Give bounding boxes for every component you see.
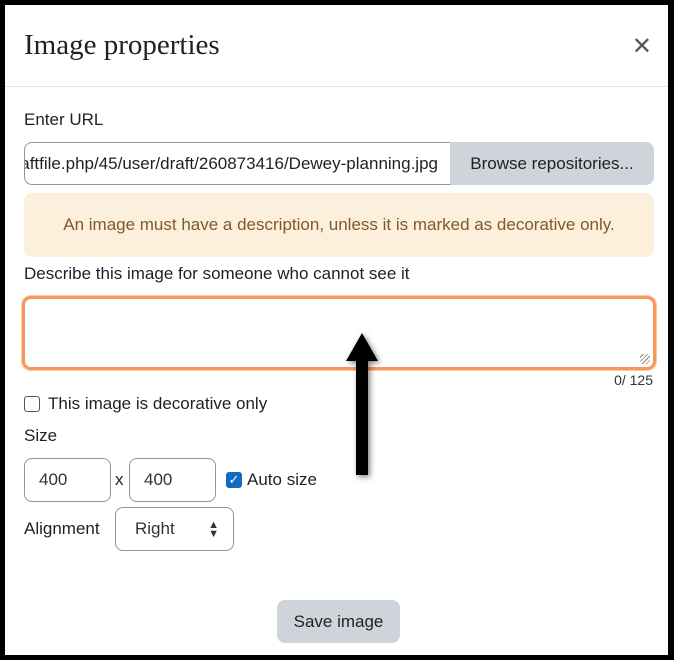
decorative-checkbox[interactable] — [24, 396, 40, 412]
dialog-title: Image properties — [24, 29, 220, 61]
resize-grip-icon[interactable] — [640, 354, 650, 364]
height-input[interactable]: 400 — [129, 458, 216, 502]
description-textarea[interactable] — [22, 296, 656, 370]
arrow-up-icon — [346, 333, 378, 475]
url-group: https://moodle.example/draftfile.php/45/… — [24, 142, 654, 185]
alignment-label: Alignment — [24, 519, 100, 538]
auto-size-label: Auto size — [247, 470, 317, 489]
character-counter: 0/ 125 — [614, 372, 653, 388]
description-label: Describe this image for someone who cann… — [24, 264, 410, 283]
close-icon[interactable]: ✕ — [632, 35, 652, 59]
browse-repositories-button[interactable]: Browse repositories... — [450, 142, 654, 185]
select-caret-icon: ▲ ▼ — [208, 519, 219, 540]
decorative-label: This image is decorative only — [48, 394, 268, 413]
alignment-value: Right — [135, 519, 175, 538]
dialog-header: Image properties ✕ — [5, 5, 668, 87]
url-label: Enter URL — [24, 110, 104, 129]
description-alert: An image must have a description, unless… — [24, 193, 654, 257]
checkmark-icon: ✓ — [228, 472, 240, 487]
save-image-button[interactable]: Save image — [277, 600, 400, 643]
url-value: https://moodle.example/draftfile.php/45/… — [25, 154, 438, 173]
url-input[interactable]: https://moodle.example/draftfile.php/45/… — [24, 142, 450, 185]
width-input[interactable]: 400 — [24, 458, 111, 502]
size-separator: x — [115, 470, 124, 489]
alignment-select[interactable]: Right ▲ ▼ — [115, 507, 234, 551]
size-label: Size — [24, 426, 58, 445]
auto-size-checkbox[interactable]: ✓ — [226, 472, 242, 488]
